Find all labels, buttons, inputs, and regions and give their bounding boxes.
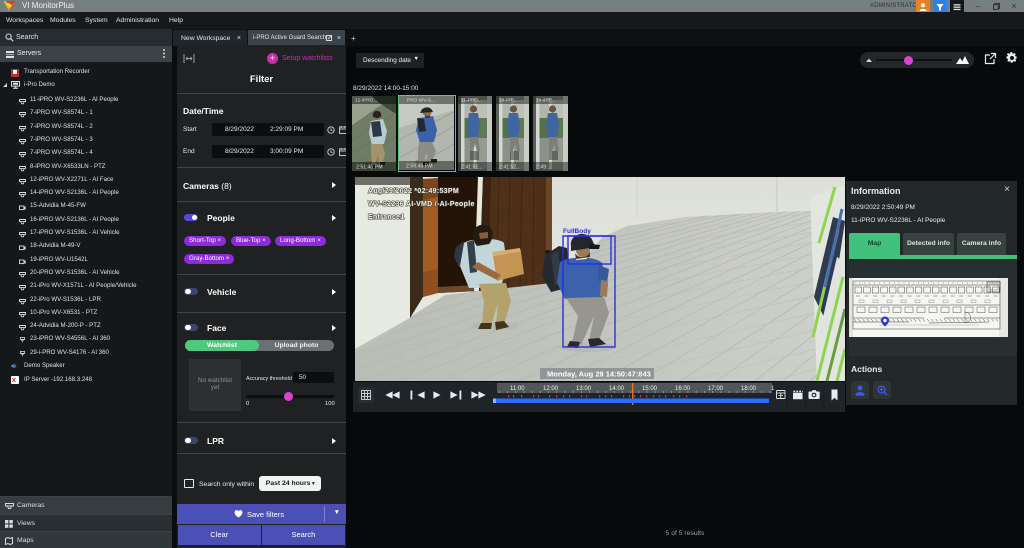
svg-text:11-PRO...: 11-PRO... (461, 98, 482, 104)
svg-text:2:59:49 PM: 2:59:49 PM (406, 164, 433, 170)
svg-text:2:41:51...: 2:41:51... (461, 165, 483, 171)
svg-text:Entrance1: Entrance1 (368, 214, 405, 221)
svg-text:2:51:46 PM: 2:51:46 PM (356, 165, 383, 171)
svg-text:12-iPRO...: 12-iPRO... (355, 98, 377, 104)
svg-text:2:41:52...: 2:41:52... (499, 165, 521, 171)
svg-text:WV-S2236 AI-VMD /-AI-People: WV-S2236 AI-VMD /-AI-People (368, 201, 475, 208)
svg-text:12:00: 12:00 (543, 386, 559, 392)
svg-text:Monday, Aug 29 14:50:47:843: Monday, Aug 29 14:50:47:843 (547, 370, 651, 379)
svg-text:11:00: 11:00 (510, 386, 525, 392)
svg-text:14-iPR...: 14-iPR... (536, 98, 555, 104)
svg-text:2:49:...: 2:49:... (536, 165, 552, 171)
svg-text:FullBody: FullBody (563, 228, 591, 235)
svg-text:17:00: 17:00 (708, 386, 724, 392)
svg-text:14-PR...: 14-PR... (499, 98, 517, 104)
svg-text:Aug/29/2022 *02:49:53PM: Aug/29/2022 *02:49:53PM (368, 188, 459, 195)
svg-text:PRO WV-S...: PRO WV-S... (407, 98, 435, 104)
svg-text:18:00: 18:00 (741, 386, 757, 392)
